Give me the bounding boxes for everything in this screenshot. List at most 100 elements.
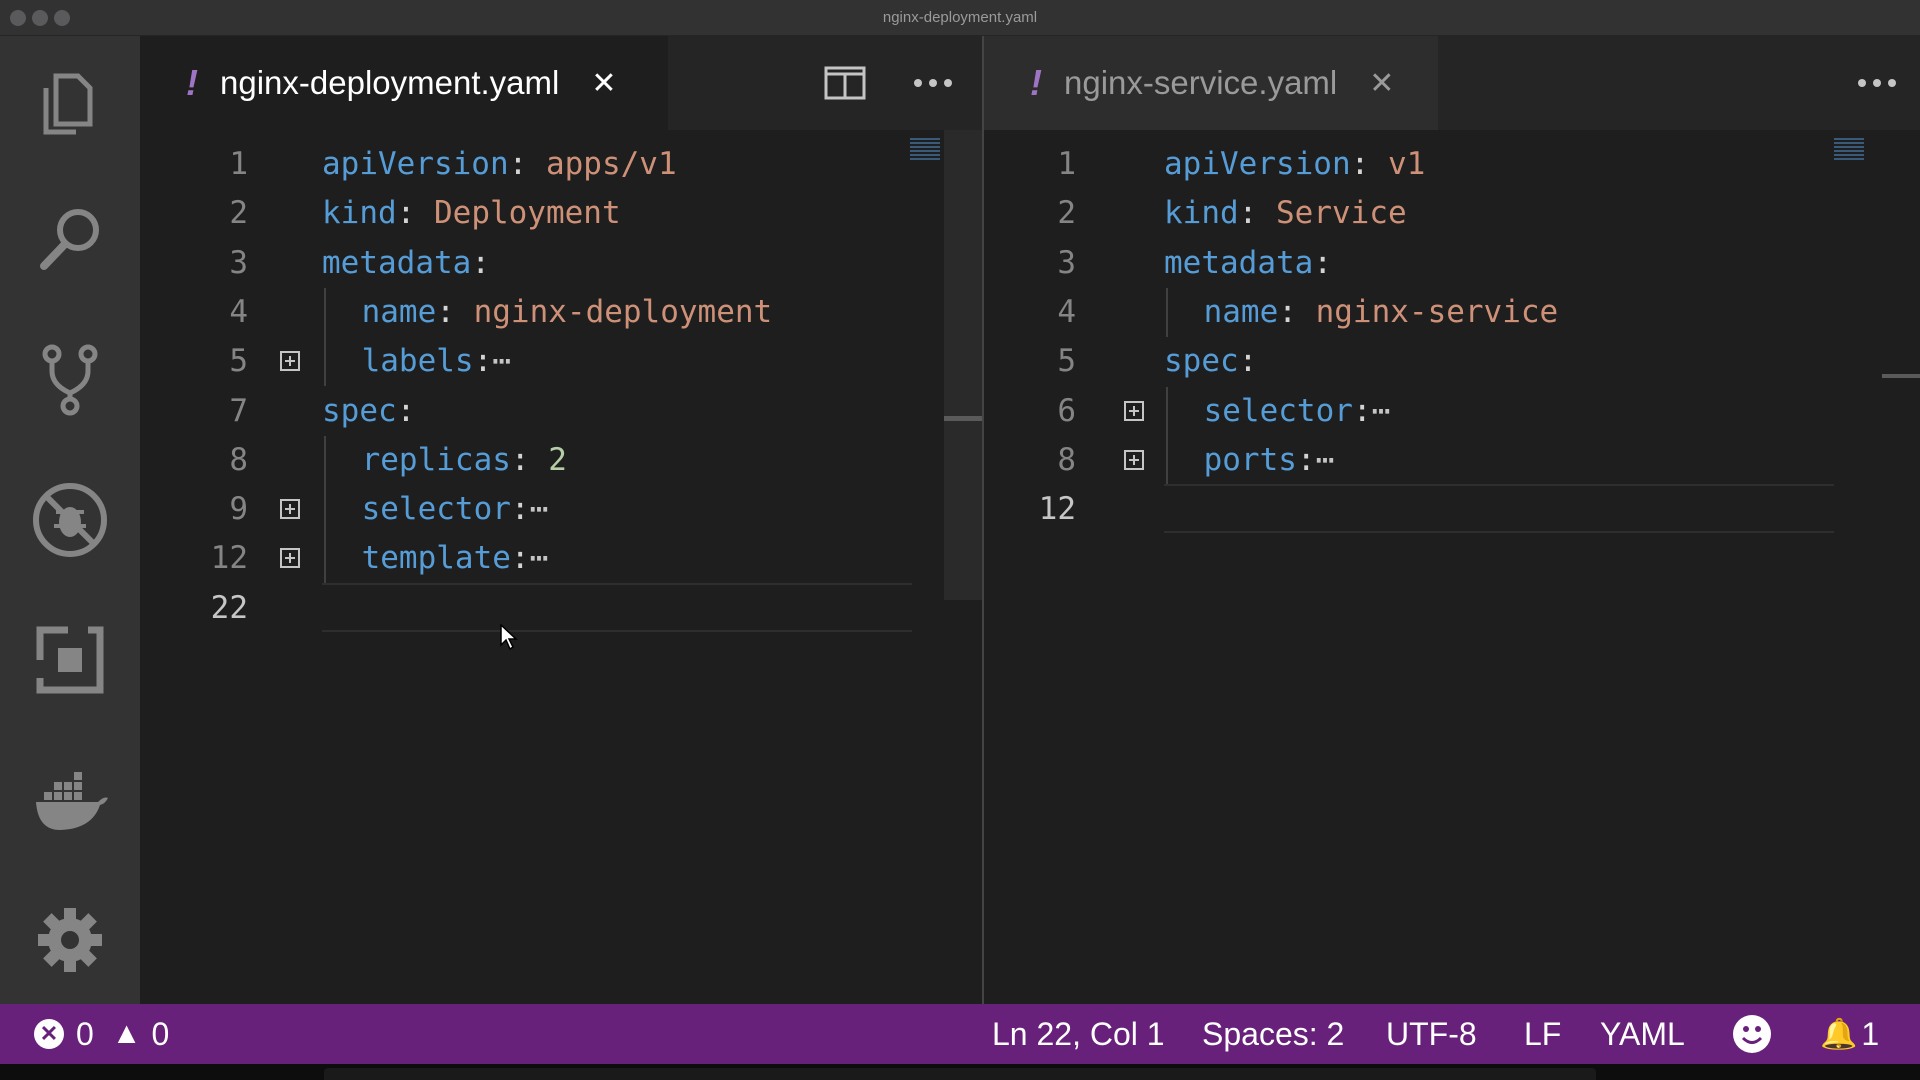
code-line[interactable]: 8 replicas: 2	[140, 435, 982, 485]
code-text: kind: Service	[1164, 189, 1407, 238]
code-line[interactable]: 5 spec:	[984, 337, 1920, 386]
folded-ellipsis[interactable]: ⋯	[1316, 442, 1335, 478]
expand-fold-icon[interactable]	[1124, 400, 1144, 421]
problems-indicator[interactable]: ✕ 0 ▲ 0	[34, 1004, 169, 1064]
indent-guide	[324, 485, 326, 535]
scrollbar-right[interactable]	[1882, 374, 1920, 378]
yaml-colon: :	[1238, 343, 1258, 380]
yaml-key: ports	[1203, 441, 1297, 478]
scroll-position-marker	[944, 416, 982, 421]
close-tab-icon[interactable]: ✕	[1369, 66, 1394, 101]
code-editor-left[interactable]: 1 apiVersion: apps/v1 2 kind: Deployment 3 me…	[140, 130, 982, 1004]
code-line[interactable]: 12	[984, 484, 1920, 534]
code-line[interactable]: 2 kind: Deployment	[140, 189, 982, 238]
language-mode[interactable]: YAML	[1600, 1004, 1685, 1064]
line-number: 5	[1057, 343, 1076, 380]
code-line[interactable]: 22	[140, 582, 982, 633]
yaml-colon: :	[1296, 441, 1316, 478]
code-text: replicas: 2	[362, 436, 567, 485]
code-line[interactable]: 4 name: nginx-service	[984, 287, 1920, 337]
docker-icon[interactable]	[25, 755, 115, 845]
code-line[interactable]: 6 selector:⋯	[984, 386, 1920, 436]
code-line[interactable]: 1 apiVersion: v1	[984, 140, 1920, 189]
minimap-right[interactable]	[1834, 138, 1864, 160]
encoding-status[interactable]: UTF-8	[1386, 1004, 1477, 1064]
search-icon[interactable]	[25, 195, 115, 285]
yaml-key: replicas	[361, 441, 511, 478]
folded-ellipsis[interactable]: ⋯	[530, 540, 549, 576]
code-text: metadata:	[322, 239, 490, 288]
explorer-icon[interactable]	[25, 55, 115, 145]
code-line[interactable]: 1 apiVersion: apps/v1	[140, 140, 982, 189]
code-text: spec:	[322, 387, 415, 436]
line-number: 22	[210, 589, 248, 626]
yaml-key: template	[361, 540, 511, 577]
expand-fold-icon[interactable]	[280, 351, 300, 372]
yaml-value: nginx-service	[1296, 293, 1559, 330]
line-number: 3	[229, 244, 248, 281]
more-actions-icon[interactable]	[1852, 58, 1902, 108]
line-number: 12	[1038, 491, 1076, 528]
yaml-key: spec	[322, 392, 397, 429]
tab-nginx-deployment[interactable]: ! nginx-deployment.yaml ✕	[140, 36, 668, 130]
activity-bar	[0, 36, 140, 1004]
debug-icon[interactable]	[25, 475, 115, 565]
gear-icon[interactable]	[25, 895, 115, 985]
error-count: 0	[76, 1015, 94, 1052]
split-editor-icon[interactable]	[820, 58, 870, 108]
notifications-bell[interactable]: 🔔 1	[1820, 1004, 1879, 1064]
eol-status[interactable]: LF	[1524, 1004, 1561, 1064]
yaml-key: name	[361, 293, 437, 330]
line-number: 12	[210, 540, 248, 577]
code-line[interactable]: 9 selector:⋯	[140, 485, 982, 535]
scrollbar-left[interactable]	[944, 130, 982, 600]
yaml-colon: :	[508, 146, 528, 182]
yaml-value: apps/v1	[527, 146, 677, 182]
code-editor-right[interactable]: 1 apiVersion: v1 2 kind: Service 3 metadata: 4…	[984, 130, 1920, 1004]
code-line[interactable]: 2 kind: Service	[984, 189, 1920, 238]
minimap-left[interactable]	[910, 138, 940, 160]
expand-fold-icon[interactable]	[280, 548, 300, 569]
code-line[interactable]: 4 name: nginx-deployment	[140, 287, 982, 337]
editor-group-left: ! nginx-deployment.yaml ✕ 1 apiVersion: a…	[140, 36, 982, 1004]
yaml-key: metadata	[322, 244, 472, 281]
extensions-icon[interactable]	[25, 615, 115, 705]
expand-fold-icon[interactable]	[1124, 449, 1144, 470]
line-number: 2	[1057, 195, 1076, 232]
modified-marker: !	[186, 62, 198, 103]
cursor-position[interactable]: Ln 22, Col 1	[992, 1004, 1165, 1064]
indent-guide	[324, 534, 326, 584]
line-number: 2	[229, 195, 248, 232]
code-text: ports:⋯	[1204, 436, 1335, 485]
yaml-colon: :	[396, 195, 416, 232]
code-text: name: nginx-service	[1204, 288, 1559, 337]
code-line[interactable]: 5 labels:⋯	[140, 337, 982, 387]
indent-guide	[324, 287, 326, 337]
close-tab-icon[interactable]: ✕	[591, 66, 616, 101]
line-number: 4	[229, 293, 248, 330]
yaml-colon: :	[1352, 392, 1372, 429]
code-line[interactable]: 8 ports:⋯	[984, 435, 1920, 485]
yaml-key: selector	[361, 491, 511, 528]
yaml-colon: :	[473, 343, 493, 380]
yaml-key: apiVersion	[322, 146, 509, 182]
tab-nginx-service[interactable]: ! nginx-service.yaml ✕	[984, 36, 1438, 130]
code-line[interactable]: 3 metadata:	[140, 239, 982, 288]
folded-ellipsis[interactable]: ⋯	[492, 343, 511, 379]
folded-ellipsis[interactable]: ⋯	[530, 491, 549, 527]
line-number: 5	[229, 343, 248, 380]
indent-guide	[1166, 287, 1168, 337]
source-control-icon[interactable]	[25, 335, 115, 425]
code-line[interactable]: 12 template:⋯	[140, 534, 982, 584]
code-line[interactable]: 7 spec:	[140, 387, 982, 436]
feedback-smiley-icon[interactable]	[1732, 1004, 1772, 1064]
yaml-key: spec	[1164, 343, 1239, 380]
more-actions-icon[interactable]	[908, 58, 958, 108]
yaml-key: apiVersion	[1164, 146, 1351, 182]
yaml-colon: :	[1350, 146, 1370, 182]
indentation-status[interactable]: Spaces: 2	[1202, 1004, 1344, 1064]
expand-fold-icon[interactable]	[280, 499, 300, 520]
folded-ellipsis[interactable]: ⋯	[1372, 393, 1391, 429]
code-line[interactable]: 3 metadata:	[984, 239, 1920, 288]
dock	[324, 1068, 1596, 1080]
